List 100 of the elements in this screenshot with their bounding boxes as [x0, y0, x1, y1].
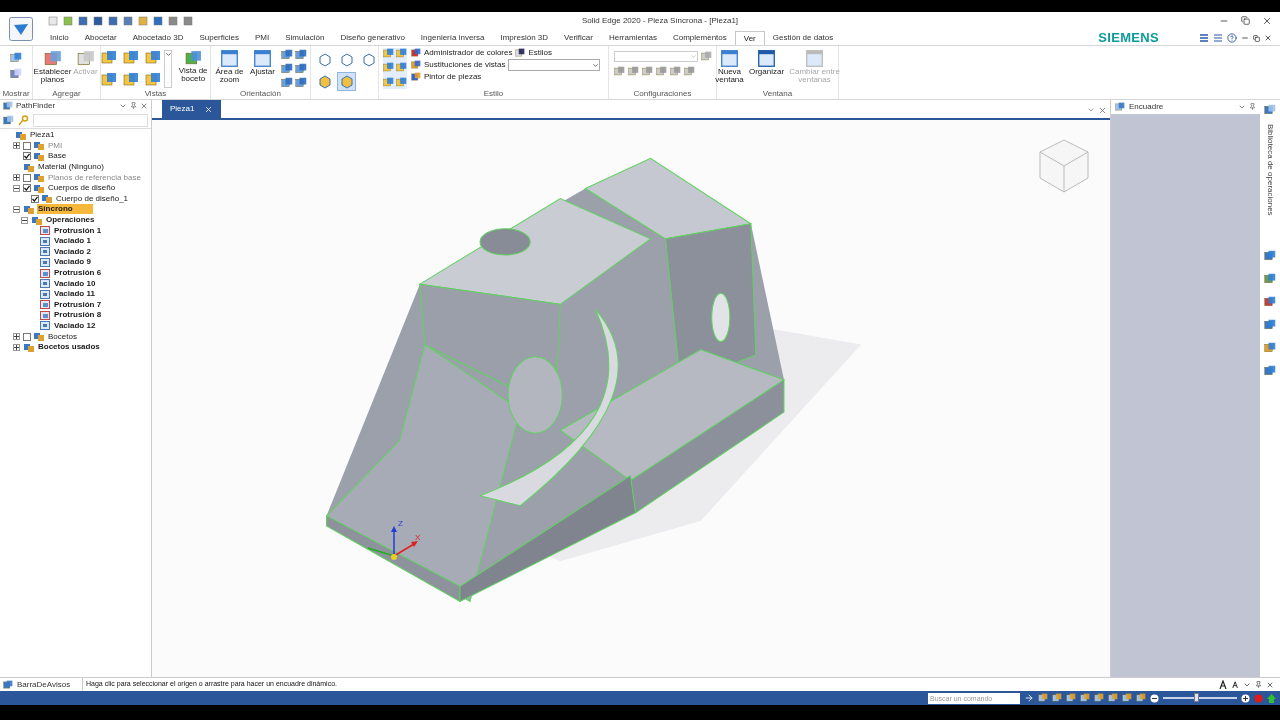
message-bar-icon[interactable]: [3, 679, 13, 690]
zoom-area-icon[interactable]: [220, 49, 239, 68]
tree-item[interactable]: Cuerpos de diseño: [47, 183, 117, 194]
restore-icon[interactable]: [1241, 16, 1250, 25]
close-icon[interactable]: [1264, 34, 1272, 42]
tree-item[interactable]: Protrusión 1: [53, 225, 103, 236]
orient-icon[interactable]: [294, 63, 307, 75]
vertical-tab[interactable]: Biblioteca de operaciones: [1264, 124, 1276, 216]
view-icon[interactable]: [101, 50, 117, 66]
display-mode-button[interactable]: [337, 72, 356, 91]
window-icon[interactable]: [720, 49, 739, 68]
planes-icon[interactable]: [76, 50, 95, 68]
overrides-icon[interactable]: [411, 60, 421, 70]
tree-item[interactable]: Protrusión 8: [53, 310, 103, 321]
orient-icon[interactable]: [280, 63, 293, 75]
view-tool-icon[interactable]: [1066, 693, 1076, 703]
tree-item[interactable]: Bocetos usados: [37, 342, 101, 353]
style-icon[interactable]: [383, 62, 394, 74]
command-button[interactable]: Ajustar: [250, 68, 275, 76]
go-icon[interactable]: [1024, 693, 1034, 703]
tree-item[interactable]: Operaciones: [45, 215, 96, 226]
expander[interactable]: [13, 205, 20, 213]
command-button[interactable]: Organizar: [748, 68, 785, 76]
style-icon[interactable]: [396, 62, 407, 74]
zoom-out-icon[interactable]: [1150, 693, 1159, 703]
tree-tab-icon[interactable]: [3, 114, 14, 126]
upload-icon[interactable]: [1267, 693, 1276, 703]
config-icon[interactable]: [669, 66, 681, 77]
rail-icon[interactable]: [1264, 295, 1276, 308]
command-button[interactable]: Área de zoom: [214, 68, 245, 84]
style-icon[interactable]: [383, 76, 394, 88]
font-size-icon[interactable]: [1232, 681, 1239, 688]
view-icon[interactable]: [144, 72, 161, 88]
command-button[interactable]: Pintor de piezas: [424, 73, 482, 81]
minimize-icon[interactable]: [1241, 34, 1249, 42]
orient-icon[interactable]: [294, 49, 307, 61]
ribbon-tab[interactable]: Complementos: [664, 31, 735, 45]
checkbox[interactable]: [23, 152, 31, 161]
switch-windows-icon[interactable]: [805, 49, 824, 68]
rail-icon[interactable]: [1264, 364, 1276, 377]
pin-icon[interactable]: [1255, 681, 1262, 688]
rail-icon[interactable]: [1264, 249, 1276, 262]
ribbon-tab[interactable]: Inicio: [42, 31, 77, 45]
ribbon-tab[interactable]: Herramientas: [600, 31, 665, 45]
tree-item[interactable]: Vaciado 12: [53, 321, 97, 331]
config-icon[interactable]: [613, 66, 625, 77]
command-button[interactable]: Nueva ventana: [714, 68, 745, 84]
rail-icon[interactable]: [1264, 272, 1276, 285]
ribbon-tab[interactable]: Abocetar: [76, 31, 125, 45]
view-tool-icon[interactable]: [1136, 693, 1146, 703]
view-tool-icon[interactable]: [1108, 693, 1118, 703]
tree-item[interactable]: Pieza1: [29, 130, 56, 141]
tree-item[interactable]: Bocetos: [47, 331, 78, 342]
command-button[interactable]: Administrador de colores: [424, 49, 513, 57]
orient-icon[interactable]: [294, 77, 307, 89]
pathfinder-icon[interactable]: [3, 101, 13, 111]
tree-item[interactable]: PMI: [47, 140, 64, 151]
list-icon[interactable]: [1213, 33, 1223, 43]
tree-item[interactable]: Planos de referencia base: [47, 172, 142, 183]
font-size-icon[interactable]: [1219, 680, 1228, 689]
tree-item[interactable]: Base: [47, 151, 68, 162]
config-icon[interactable]: [641, 66, 653, 77]
command-button[interactable]: Sustituciones de vistas: [424, 61, 506, 69]
rail-icon[interactable]: [1264, 341, 1276, 354]
ribbon-tab[interactable]: Verificar: [556, 31, 601, 45]
style-icon[interactable]: [383, 48, 394, 59]
checkbox[interactable]: [23, 173, 31, 182]
expander[interactable]: [21, 216, 28, 224]
command-button[interactable]: Vista de boceto: [176, 67, 210, 83]
tree-item[interactable]: Vaciado 11: [53, 289, 96, 300]
tree-item[interactable]: Material (Ninguno): [37, 162, 105, 173]
ribbon-tab[interactable]: Simulación: [277, 31, 333, 45]
view-tool-icon[interactable]: [1052, 693, 1062, 703]
arrange-icon[interactable]: [757, 49, 776, 68]
tree-item[interactable]: Síncrono: [37, 204, 93, 215]
style-icon[interactable]: [396, 48, 407, 59]
view-icon[interactable]: [122, 50, 139, 66]
tree-item[interactable]: Protrusión 6: [53, 268, 103, 278]
orient-icon[interactable]: [280, 49, 293, 61]
planes-icon[interactable]: [43, 50, 62, 68]
ribbon-tab[interactable]: Superficies: [191, 31, 247, 45]
painter-icon[interactable]: [411, 72, 421, 82]
help-icon[interactable]: [1227, 33, 1237, 43]
tree-item[interactable]: Vaciado 10: [53, 278, 97, 289]
ribbon-tab[interactable]: Diseño generativo: [332, 31, 413, 45]
checkbox[interactable]: [23, 141, 31, 150]
key-icon[interactable]: [18, 114, 29, 126]
view-tool-icon[interactable]: [1080, 693, 1090, 703]
checkbox[interactable]: [23, 184, 31, 193]
view-icon[interactable]: [122, 72, 139, 88]
document-tab[interactable]: Pieza1: [162, 100, 222, 118]
tree-item[interactable]: Cuerpo de diseño_1: [55, 193, 130, 204]
command-button[interactable]: Estilos: [528, 49, 553, 57]
ribbon-tab[interactable]: Ingeniería inversa: [412, 31, 493, 45]
ribbon-tab[interactable]: Ver: [734, 31, 765, 45]
display-icon[interactable]: [10, 52, 22, 64]
config-icon[interactable]: [655, 66, 667, 77]
list-icon[interactable]: [1199, 33, 1209, 43]
palette-icon[interactable]: [411, 48, 421, 58]
ribbon-tab[interactable]: Gestión de datos: [764, 31, 842, 45]
